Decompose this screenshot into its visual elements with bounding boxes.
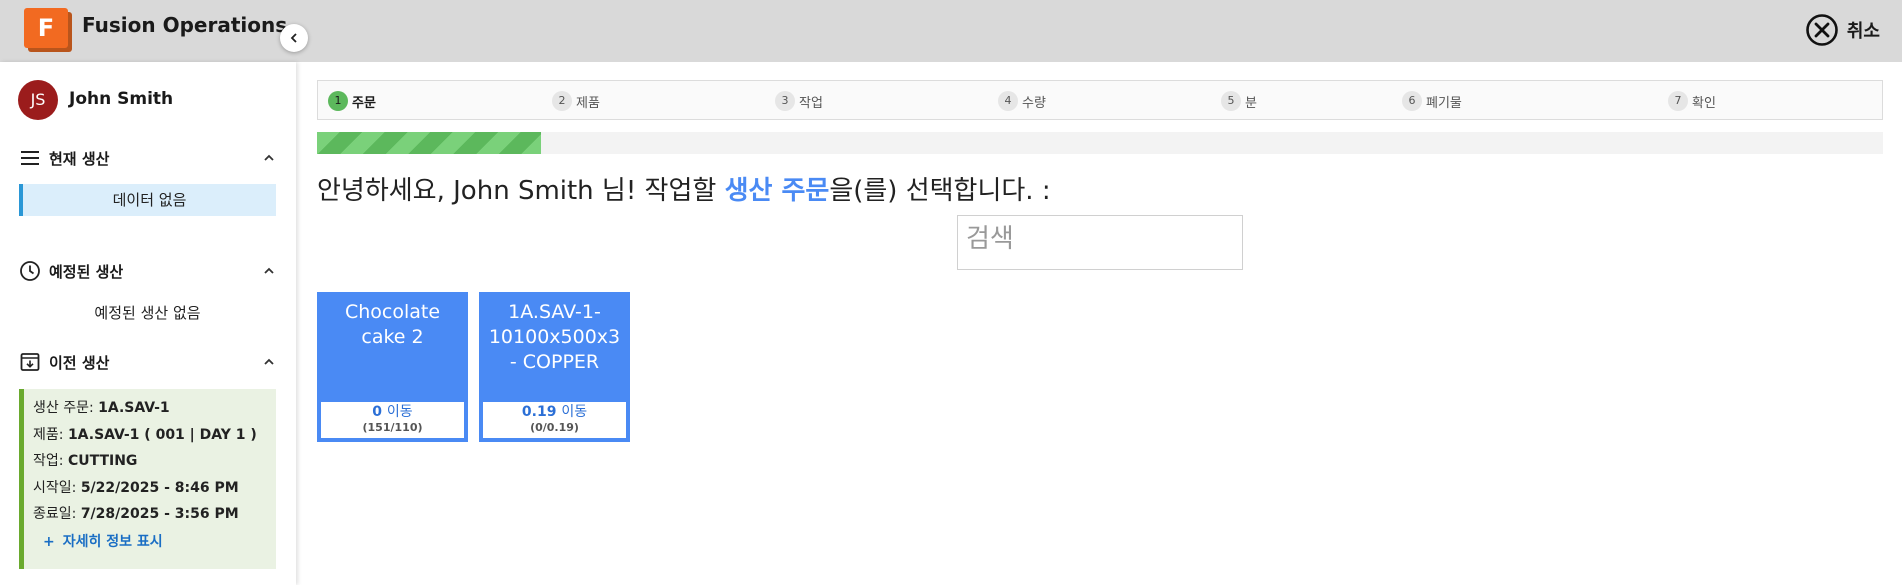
menu-icon xyxy=(21,151,39,165)
step-quantity[interactable]: 4 수량 xyxy=(998,90,1046,112)
avatar: JS xyxy=(18,80,58,120)
progress-fill xyxy=(317,132,541,154)
greeting-text: 안녕하세요, John Smith 님! 작업할 생산 주문을(를) 선택합니다… xyxy=(317,176,1051,206)
order-tile[interactable]: 1A.SAV-1-10100x500x3 - COPPER 0.19 이동 (0… xyxy=(479,292,630,442)
wizard-progress-bar xyxy=(317,132,1883,154)
prev-end-date: 종료일: 7/28/2025 - 3:56 PM xyxy=(33,506,239,522)
current-production-header[interactable]: 현재 생산 xyxy=(19,146,275,170)
order-quantity: 0 이동 (151/110) xyxy=(321,402,464,438)
step-product[interactable]: 2 제품 xyxy=(552,90,600,112)
previous-production-title: 이전 생산 xyxy=(49,353,110,372)
prev-start-date: 시작일: 5/22/2025 - 8:46 PM xyxy=(33,479,239,496)
app-title: Fusion Operations xyxy=(82,13,288,37)
step-waste[interactable]: 6 폐기물 xyxy=(1402,90,1462,112)
scheduled-production-header[interactable]: 예정된 생산 xyxy=(19,259,275,283)
step-minutes[interactable]: 5분 xyxy=(1221,90,1257,112)
order-tile[interactable]: Chocolate cake 2 0 이동 (151/110) xyxy=(317,292,468,442)
scheduled-production-empty: 예정된 생산 없음 xyxy=(94,304,201,322)
scheduled-production-title: 예정된 생산 xyxy=(49,262,124,281)
chevron-up-icon[interactable] xyxy=(263,152,275,164)
current-production-empty: 데이터 없음 xyxy=(19,184,276,216)
order-name: Chocolate cake 2 xyxy=(344,301,441,348)
clock-icon xyxy=(20,261,40,281)
prev-product: 제품: 1A.SAV-1 ( 001 | DAY 1 ) xyxy=(33,426,257,443)
order-name: 1A.SAV-1-10100x500x3 - COPPER xyxy=(488,301,621,373)
cancel-button[interactable]: 취소 xyxy=(1805,12,1880,48)
step-order[interactable]: 1 주문 xyxy=(328,90,376,112)
order-quantity: 0.19 이동 (0/0.19) xyxy=(483,402,626,438)
chevron-left-icon xyxy=(290,33,297,43)
step-confirm[interactable]: 7 확인 xyxy=(1668,90,1716,112)
previous-production-header[interactable]: 이전 생산 xyxy=(19,350,275,374)
chevron-up-icon[interactable] xyxy=(263,356,275,368)
chevron-up-icon[interactable] xyxy=(263,265,275,277)
search-box[interactable] xyxy=(957,215,1243,270)
close-circle-icon xyxy=(1806,14,1838,46)
prev-order: 생산 주문: 1A.SAV-1 xyxy=(33,400,170,416)
plus-icon: + xyxy=(43,533,55,550)
fusion-logo-icon: F xyxy=(24,8,72,52)
archive-icon xyxy=(20,353,40,371)
current-production-title: 현재 생산 xyxy=(49,149,110,168)
show-details-link[interactable]: + 자세히 정보 표시 xyxy=(33,528,276,554)
collapse-sidebar-button[interactable] xyxy=(280,24,308,52)
previous-production-card: 생산 주문: 1A.SAV-1 제품: 1A.SAV-1 ( 001 | DAY… xyxy=(19,389,276,569)
cancel-label: 취소 xyxy=(1846,21,1880,42)
prev-operation: 작업: CUTTING xyxy=(33,453,138,469)
user-name: John Smith xyxy=(69,89,174,109)
wizard-stepper: 1 주문 2 제품 3 작업 4 수량 5분 6 폐기물 7 확인 xyxy=(317,80,1883,120)
search-input[interactable] xyxy=(966,224,1242,254)
step-operation[interactable]: 3 작업 xyxy=(775,90,823,112)
sidebar: JS John Smith 현재 생산 데이터 없음 예정된 생산 예정된 생산… xyxy=(0,62,296,585)
